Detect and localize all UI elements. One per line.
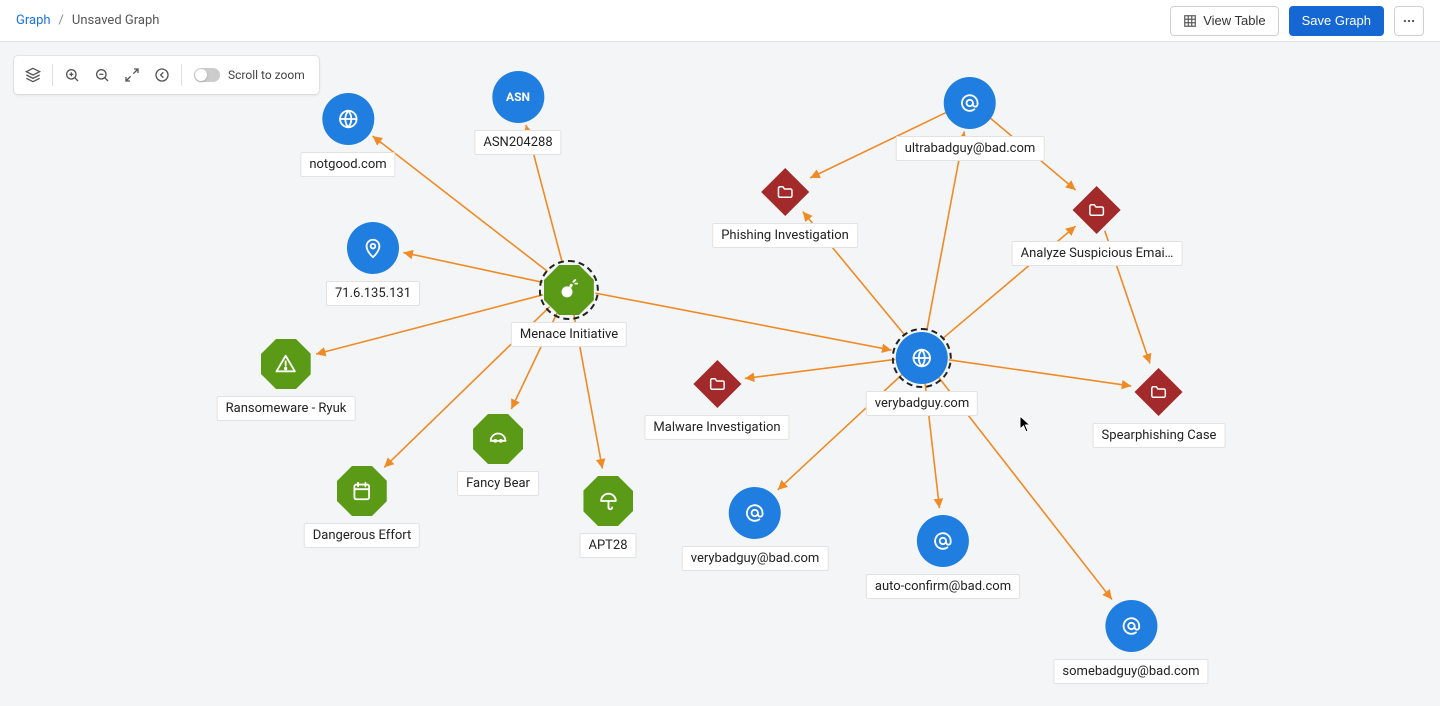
folder-icon <box>1135 368 1183 416</box>
breadcrumb: Graph / Unsaved Graph <box>16 13 159 28</box>
fit-screen-button[interactable] <box>117 60 147 90</box>
breadcrumb-current: Unsaved Graph <box>72 13 160 28</box>
node-label: ultrabadguy@bad.com <box>896 136 1045 161</box>
node-label: 71.6.135.131 <box>326 281 420 306</box>
folder-icon <box>761 168 809 216</box>
at-icon <box>944 77 996 129</box>
layers-icon <box>25 67 41 83</box>
at-icon <box>729 487 781 539</box>
graph-node[interactable]: Menace Initiative <box>511 265 627 347</box>
asn-icon: ASN <box>492 71 544 123</box>
at-icon <box>1105 600 1157 652</box>
layers-button[interactable] <box>18 60 48 90</box>
header-bar: Graph / Unsaved Graph View Table Save Gr… <box>0 0 1440 42</box>
toolbar-separator <box>181 64 182 86</box>
node-label: ASN204288 <box>474 130 561 155</box>
folder-icon <box>693 360 741 408</box>
graph-node[interactable]: Fancy Bear <box>457 414 539 496</box>
graph-node[interactable]: 71.6.135.131 <box>326 222 420 306</box>
node-label: verybadguy.com <box>866 391 978 416</box>
graph-node[interactable]: Malware Investigation <box>644 360 789 440</box>
graph-node[interactable]: APT28 <box>579 476 636 558</box>
toolbar-separator <box>52 64 53 86</box>
graph-node[interactable]: Ransomeware - Ryuk <box>217 339 356 421</box>
header-actions: View Table Save Graph <box>1170 6 1424 36</box>
graph-node[interactable]: ultrabadguy@bad.com <box>896 77 1045 161</box>
map-pin-icon <box>347 222 399 274</box>
bomb-icon <box>544 265 594 315</box>
graph-node[interactable]: verybadguy@bad.com <box>682 487 829 571</box>
node-label: somebadguy@bad.com <box>1053 659 1208 684</box>
node-label: Analyze Suspicious Emai… <box>1012 241 1183 266</box>
node-label: Spearphishing Case <box>1093 423 1226 448</box>
reset-layout-button[interactable] <box>147 60 177 90</box>
view-table-button[interactable]: View Table <box>1170 6 1278 36</box>
maximize-icon <box>124 67 140 83</box>
node-label: auto-confirm@bad.com <box>866 574 1020 599</box>
graph-node[interactable]: Spearphishing Case <box>1093 368 1226 448</box>
at-icon <box>917 515 969 567</box>
graph-node[interactable]: somebadguy@bad.com <box>1053 600 1208 684</box>
graph-node[interactable]: notgood.com <box>300 93 395 177</box>
graph-node[interactable]: auto-confirm@bad.com <box>866 515 1020 599</box>
node-label: notgood.com <box>300 152 395 177</box>
table-icon <box>1183 14 1197 28</box>
graph-edge <box>596 293 892 350</box>
more-horizontal-icon <box>1402 14 1416 28</box>
hacker-icon <box>473 414 523 464</box>
graph-node[interactable]: Phishing Investigation <box>712 168 858 248</box>
folder-icon <box>1073 186 1121 234</box>
node-label: Ransomeware - Ryuk <box>217 396 356 421</box>
alert-icon <box>261 339 311 389</box>
more-menu-button[interactable] <box>1394 6 1424 36</box>
graph-node[interactable]: Analyze Suspicious Emai… <box>1012 186 1183 266</box>
node-label: Dangerous Effort <box>304 523 420 548</box>
node-label: Malware Investigation <box>644 415 789 440</box>
graph-node[interactable]: Dangerous Effort <box>304 466 420 548</box>
zoom-in-button[interactable] <box>57 60 87 90</box>
skip-back-icon <box>154 67 170 83</box>
toggle-knob <box>195 69 207 81</box>
node-label: APT28 <box>579 533 636 558</box>
node-label: Menace Initiative <box>511 322 627 347</box>
node-label: Phishing Investigation <box>712 223 858 248</box>
save-graph-button[interactable]: Save Graph <box>1289 6 1384 36</box>
globe-icon <box>322 93 374 145</box>
mouse-cursor-icon <box>1019 415 1033 433</box>
calendar-icon <box>337 466 387 516</box>
graph-canvas[interactable]: Menace Initiative verybadguy.com notgood.c… <box>0 42 1440 706</box>
breadcrumb-separator: / <box>59 13 64 28</box>
globe-icon <box>896 332 948 384</box>
graph-node[interactable]: ASN ASN204288 <box>474 71 561 155</box>
zoom-out-button[interactable] <box>87 60 117 90</box>
breadcrumb-root-link[interactable]: Graph <box>16 13 51 28</box>
graph-edge <box>927 131 964 329</box>
scroll-zoom-label: Scroll to zoom <box>228 68 305 82</box>
save-graph-label: Save Graph <box>1302 13 1371 28</box>
node-label: Fancy Bear <box>457 471 539 496</box>
graph-toolbar: Scroll to zoom <box>14 56 319 94</box>
graph-node[interactable]: verybadguy.com <box>866 332 978 416</box>
scroll-zoom-toggle[interactable] <box>194 68 220 82</box>
zoom-in-icon <box>64 67 80 83</box>
node-label: verybadguy@bad.com <box>682 546 829 571</box>
view-table-label: View Table <box>1203 13 1265 28</box>
umbrella-icon <box>583 476 633 526</box>
zoom-out-icon <box>94 67 110 83</box>
